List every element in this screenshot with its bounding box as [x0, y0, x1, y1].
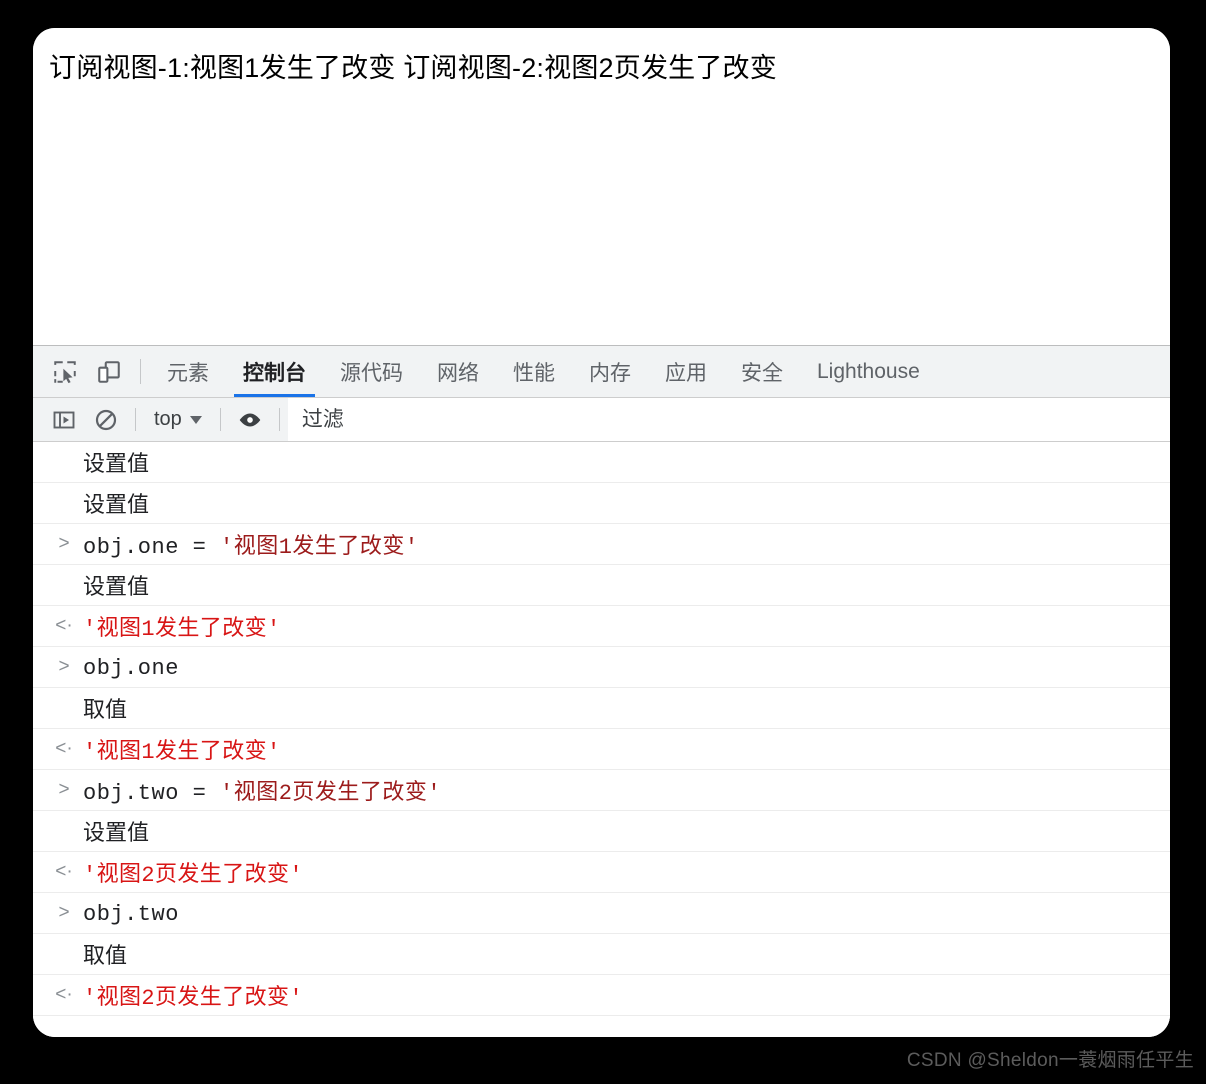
tab-memory[interactable]: 内存: [572, 346, 648, 397]
device-toolbar-button[interactable]: [87, 346, 131, 397]
output-result-icon: <·: [55, 738, 73, 759]
console-context-label: top: [154, 408, 182, 430]
console-row-log[interactable]: 设置值: [33, 811, 1170, 852]
page-viewport: 订阅视图-1:视图1发生了改变 订阅视图-2:视图2页发生了改变: [33, 28, 1170, 345]
console-expression: obj.one =: [83, 535, 221, 560]
clear-console-button[interactable]: [85, 398, 127, 441]
tab-label: 内存: [589, 361, 631, 385]
console-row-log[interactable]: 设置值: [33, 483, 1170, 524]
console-row-input[interactable]: > obj.one = '视图1发生了改变': [33, 524, 1170, 565]
console-expression-string: '视图1发生了改变': [220, 535, 419, 560]
console-message-text: 取值: [83, 943, 128, 968]
console-row-output[interactable]: <· '视图2页发生了改变': [33, 852, 1170, 893]
tab-label: 源代码: [340, 361, 403, 385]
tab-label: 元素: [167, 361, 209, 385]
input-prompt-icon: >: [58, 533, 70, 554]
console-expression: obj.one: [83, 655, 179, 681]
console-filter-input[interactable]: [287, 398, 1170, 441]
input-prompt-icon: >: [58, 902, 70, 923]
console-result-value: '视图2页发生了改变': [83, 863, 304, 888]
input-prompt-icon: >: [58, 779, 70, 800]
console-expression-string: '视图2页发生了改变': [220, 781, 442, 806]
tab-console[interactable]: 控制台: [226, 346, 323, 397]
console-message-text: 设置值: [83, 820, 150, 845]
console-levels-button[interactable]: [229, 398, 271, 441]
tab-lighthouse[interactable]: Lighthouse: [800, 346, 937, 397]
console-result-value: '视图1发生了改变': [83, 740, 281, 765]
input-prompt-icon: >: [58, 656, 70, 677]
console-row-output[interactable]: <· '视图1发生了改变': [33, 729, 1170, 770]
tab-label: 网络: [437, 361, 479, 385]
tab-application[interactable]: 应用: [648, 346, 724, 397]
console-filter-toolbar: top: [33, 398, 1170, 442]
clear-console-icon: [94, 408, 118, 432]
console-settings-eye-icon: [237, 407, 263, 433]
tab-label: 安全: [741, 361, 783, 385]
console-result-value: '视图2页发生了改变': [83, 986, 304, 1011]
toolbar-divider: [278, 408, 280, 431]
csdn-watermark: CSDN @Sheldon一蓑烟雨任平生: [906, 1050, 1194, 1071]
output-result-icon: <·: [55, 861, 73, 882]
console-row-output[interactable]: <· '视图1发生了改变': [33, 606, 1170, 647]
console-row-output[interactable]: <· '视图2页发生了改变': [33, 975, 1170, 1016]
console-row-log[interactable]: 设置值: [33, 442, 1170, 483]
tab-security[interactable]: 安全: [724, 346, 800, 397]
console-sidebar-icon: [52, 408, 76, 432]
tab-label: Lighthouse: [817, 359, 920, 383]
console-row-input[interactable]: > obj.one: [33, 647, 1170, 688]
tab-network[interactable]: 网络: [420, 346, 496, 397]
toolbar-divider: [219, 408, 221, 431]
console-message-list[interactable]: 设置值 设置值 > obj.one = '视图1发生了改变' 设置值 <· '视…: [33, 442, 1170, 1037]
tab-elements[interactable]: 元素: [150, 346, 226, 397]
tab-label: 性能: [513, 361, 555, 385]
console-row-log[interactable]: 设置值: [33, 565, 1170, 606]
page-content-text: 订阅视图-1:视图1发生了改变 订阅视图-2:视图2页发生了改变: [49, 53, 777, 83]
tab-performance[interactable]: 性能: [496, 346, 572, 397]
console-sidebar-toggle-button[interactable]: [43, 398, 85, 441]
console-row-input[interactable]: > obj.two = '视图2页发生了改变': [33, 770, 1170, 811]
output-result-icon: <·: [55, 984, 73, 1005]
console-message-text: 设置值: [83, 574, 150, 599]
toolbar-divider: [135, 408, 136, 431]
console-message-text: 取值: [83, 697, 128, 722]
console-row-input[interactable]: > obj.two: [33, 893, 1170, 934]
console-row-log[interactable]: 取值: [33, 688, 1170, 729]
console-context-selector[interactable]: top: [144, 398, 212, 441]
console-result-value: '视图1发生了改变': [83, 617, 281, 642]
tab-sources[interactable]: 源代码: [323, 346, 420, 397]
inspect-element-icon: [52, 359, 78, 385]
console-message-text: 设置值: [83, 492, 150, 517]
output-result-icon: <·: [55, 615, 73, 636]
console-expression: obj.two: [83, 901, 179, 927]
browser-window-card: 订阅视图-1:视图1发生了改变 订阅视图-2:视图2页发生了改变 元素 控制台 …: [33, 28, 1170, 1037]
devtools-tabstrip: 元素 控制台 源代码 网络 性能 内存 应用 安全 Lighthouse: [33, 346, 1170, 398]
device-toolbar-icon: [96, 359, 122, 385]
toolbar-divider: [140, 359, 141, 384]
console-message-text: 设置值: [83, 451, 150, 476]
tab-label: 控制台: [243, 361, 306, 385]
inspect-element-button[interactable]: [43, 346, 87, 397]
chevron-down-icon: [189, 415, 202, 424]
devtools-panel: 元素 控制台 源代码 网络 性能 内存 应用 安全 Lighthouse top…: [33, 345, 1170, 1037]
console-row-log[interactable]: 取值: [33, 934, 1170, 975]
console-expression: obj.two =: [83, 781, 221, 806]
tab-label: 应用: [665, 361, 707, 385]
